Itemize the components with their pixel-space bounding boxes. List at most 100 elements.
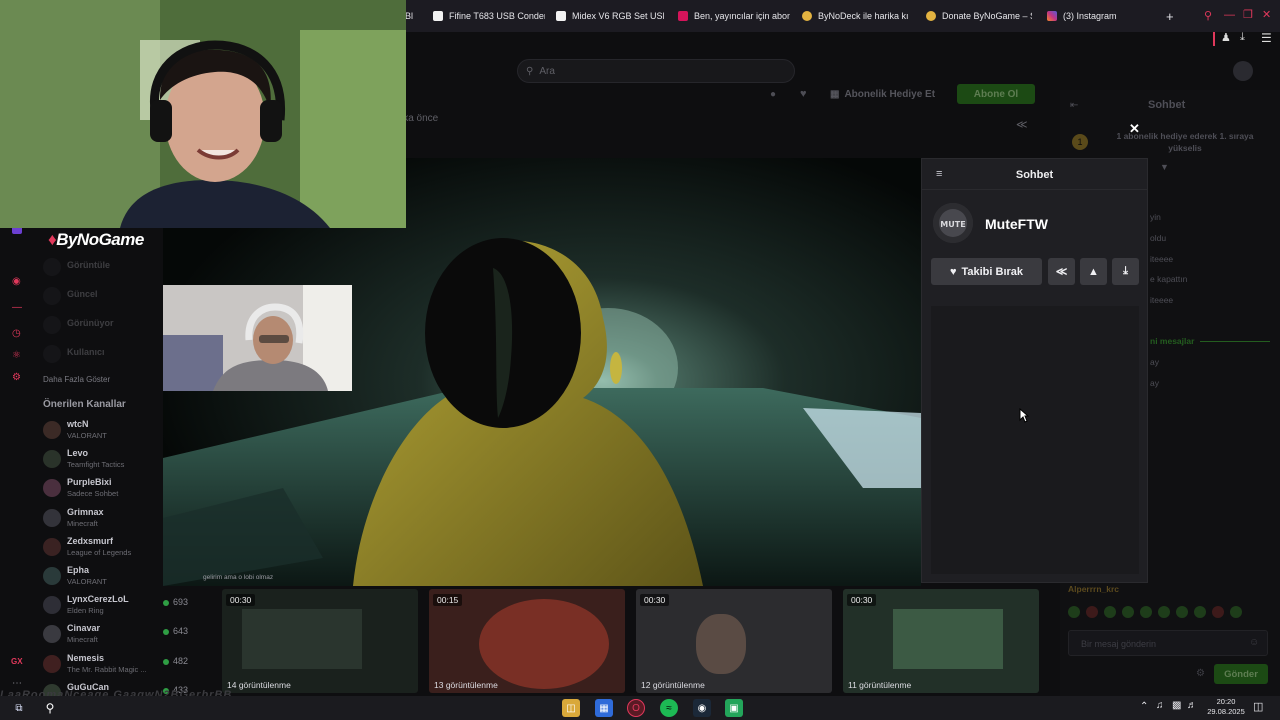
store-icon[interactable]: ▦ xyxy=(595,699,613,717)
close-popup-icon[interactable]: ✕ xyxy=(1129,121,1140,137)
volume-icon[interactable]: ♬ xyxy=(1187,700,1197,711)
toolbar-divider xyxy=(1213,32,1215,46)
bynogame-icon xyxy=(926,11,936,21)
recommended-channel[interactable]: wtcN VALORANT xyxy=(43,419,163,447)
browser-tab[interactable]: (3) Instagram xyxy=(1047,6,1137,26)
file-explorer-icon[interactable]: ◫ xyxy=(562,699,580,717)
unfollow-button[interactable]: ♥ Takibi Bırak xyxy=(931,258,1042,285)
emote-icon[interactable] xyxy=(1122,606,1134,618)
chat-title: Sohbet xyxy=(1148,99,1186,111)
followed-channel[interactable]: Görüntüle xyxy=(43,256,163,284)
browser-tab[interactable]: Midex V6 RGB Set USB xyxy=(556,6,664,26)
download-button[interactable]: ⤓ xyxy=(1112,258,1139,285)
history-icon[interactable]: ◷ xyxy=(12,328,21,339)
minimize-icon[interactable]: — xyxy=(1224,9,1235,21)
gift-sub-button[interactable]: ▦ Abonelik Hediye Et xyxy=(830,84,948,104)
network-icon[interactable]: ▩ xyxy=(1172,700,1181,711)
settings-icon[interactable]: ⚙ xyxy=(1196,668,1205,679)
browser-tab[interactable]: Fifine T683 USB Conden xyxy=(433,6,545,26)
show-more-link[interactable]: Daha Fazla Göster xyxy=(43,375,110,384)
report-button[interactable]: ▲ xyxy=(1080,258,1107,285)
collapse-icon[interactable]: ⇤ xyxy=(1070,100,1078,111)
clip-card[interactable]: 00:30 11 görüntülenme xyxy=(843,589,1039,693)
new-tab-button[interactable]: + xyxy=(1166,9,1174,24)
recommended-channel[interactable]: PurpleBixi Sadece Sohbet xyxy=(43,477,163,505)
steam-icon[interactable]: ◉ xyxy=(693,699,711,717)
share-icon: ≪ xyxy=(1055,266,1068,278)
more-icon[interactable]: ⋯ xyxy=(12,678,22,689)
avatar xyxy=(43,287,61,305)
recommended-channel[interactable]: LynxCerezLoL Elden Ring 693 xyxy=(43,594,188,622)
emote-icon[interactable] xyxy=(1104,606,1116,618)
clock-date[interactable]: 29.08.2025 xyxy=(1202,707,1250,716)
emote-icon[interactable] xyxy=(1176,606,1188,618)
spotify-icon[interactable]: ≈ xyxy=(660,699,678,717)
gx-icon[interactable]: GX xyxy=(11,657,23,666)
user-avatar[interactable] xyxy=(1233,61,1253,81)
dash-icon[interactable]: — xyxy=(12,302,22,313)
avatar xyxy=(43,316,61,334)
heart-icon: ♥ xyxy=(949,265,957,278)
download-icon[interactable]: ⤓ xyxy=(1240,31,1245,44)
search-input[interactable]: Ara xyxy=(539,66,555,77)
popup-username: MuteFTW xyxy=(985,216,1048,232)
recommended-channel[interactable]: Levo Teamfight Tactics xyxy=(43,448,163,476)
browser-tab[interactable]: Bl xyxy=(405,6,423,26)
live-dot xyxy=(163,599,169,606)
bionluk-icon xyxy=(678,11,688,21)
windows-start-icon[interactable]: ⧉ xyxy=(10,699,28,717)
clip-card[interactable]: 00:30 12 görüntülenme xyxy=(636,589,832,693)
live-icon[interactable]: ◉ xyxy=(12,276,21,287)
profile-icon[interactable]: ♟ xyxy=(1221,31,1231,44)
recommended-channel[interactable]: Cinavar Minecraft 643 xyxy=(43,623,188,651)
menu-icon[interactable]: ☰ xyxy=(1261,31,1272,45)
app-icon[interactable]: ▣ xyxy=(725,699,743,717)
recommended-channel[interactable]: Zedxsmurf League of Legends xyxy=(43,536,163,564)
notification-icon[interactable]: ● xyxy=(770,89,776,100)
clip-card[interactable]: 00:15 13 görüntülenme xyxy=(429,589,625,693)
followed-channel[interactable]: Güncel xyxy=(43,285,163,313)
browser-tab[interactable]: Donate ByNoGame – St xyxy=(926,6,1032,26)
notification-icon[interactable]: ◫ xyxy=(1253,700,1263,713)
tray-chevron-icon[interactable]: ⌃ xyxy=(1140,701,1148,712)
emote-icon[interactable] xyxy=(1212,606,1224,618)
tab-title: (3) Instagram xyxy=(1063,11,1117,21)
search-icon[interactable]: ⚲ xyxy=(41,699,59,717)
recommended-title: Önerilen Kanallar xyxy=(43,399,126,410)
bynogame-icon xyxy=(802,11,812,21)
emote-icon[interactable] xyxy=(1158,606,1170,618)
followed-channel[interactable]: Görünüyor xyxy=(43,314,163,342)
instagram-icon xyxy=(1047,11,1057,21)
emote-icon[interactable] xyxy=(1086,606,1098,618)
emote-icon[interactable] xyxy=(1230,606,1242,618)
clock-time[interactable]: 20:20 xyxy=(1206,697,1246,706)
send-button[interactable]: Gönder xyxy=(1214,664,1268,684)
clip-card[interactable]: 00:30 14 görüntülenme xyxy=(222,589,418,693)
browser-tab[interactable]: ByNoDeck ile harika kı xyxy=(802,6,912,26)
microphone-icon[interactable]: ♫ xyxy=(1156,700,1164,711)
warning-icon: ▲ xyxy=(1088,265,1099,278)
settings-icon[interactable]: ⚙ xyxy=(12,372,21,383)
search-icon[interactable]: ⚲ xyxy=(1204,9,1212,22)
category-icon[interactable]: ⚛ xyxy=(12,350,21,361)
maximize-icon[interactable]: ❐ xyxy=(1243,8,1253,21)
viewer-count: 643 xyxy=(173,626,189,636)
heart-icon[interactable]: ♥ xyxy=(800,88,807,100)
recommended-channel[interactable]: Epha VALORANT xyxy=(43,565,163,593)
opera-gx-icon[interactable]: O xyxy=(627,699,645,717)
emoji-icon[interactable]: ☺ xyxy=(1249,637,1259,648)
recommended-channel[interactable]: Nemesis The Mr. Rabbit Magic ... 482 xyxy=(43,653,188,681)
close-window-icon[interactable]: ✕ xyxy=(1262,8,1271,21)
share-icon[interactable]: ≪ xyxy=(1016,118,1028,131)
chat-input[interactable]: Bir mesaj gönderin ☺ xyxy=(1068,630,1268,656)
recommended-channel[interactable]: Grimnax Minecraft xyxy=(43,507,163,535)
emote-icon[interactable] xyxy=(1140,606,1152,618)
emote-icon[interactable] xyxy=(1194,606,1206,618)
emote-icon[interactable] xyxy=(1068,606,1080,618)
chevron-down-icon[interactable]: ▼ xyxy=(1160,162,1169,172)
browser-tab[interactable]: Ben, yayıncılar için abon xyxy=(678,6,790,26)
subscribe-button[interactable]: Abone Ol xyxy=(957,84,1035,104)
followed-channel[interactable]: Kullanıcı xyxy=(43,343,163,371)
search-bar[interactable]: ⚲ Ara xyxy=(517,59,795,83)
share-button[interactable]: ≪ xyxy=(1048,258,1075,285)
